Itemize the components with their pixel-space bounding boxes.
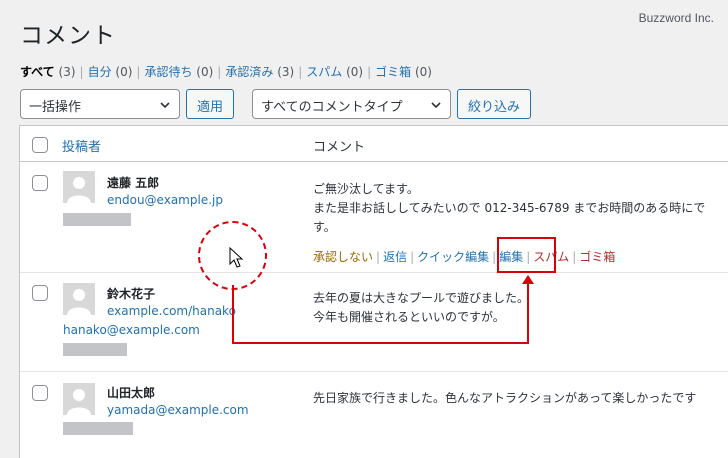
annotation-arrow [229,246,534,344]
mouse-cursor-icon [229,246,244,268]
